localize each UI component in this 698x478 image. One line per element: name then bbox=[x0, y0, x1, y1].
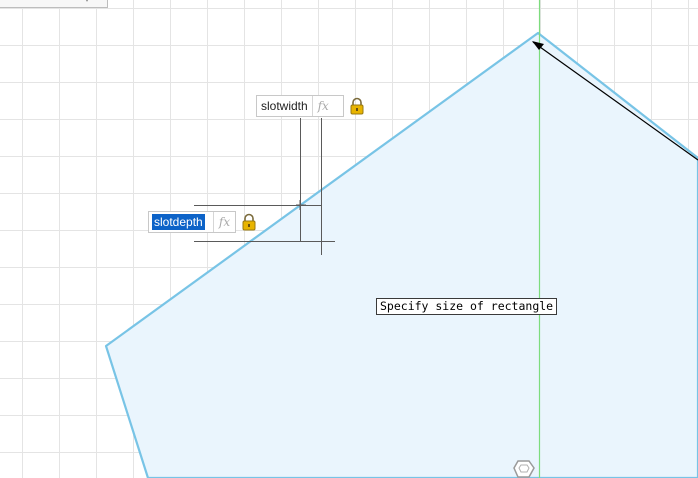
slot-depth-value[interactable]: slotdepth bbox=[152, 214, 205, 230]
command-tooltip: Specify size of rectangle bbox=[376, 298, 558, 315]
sketch-canvas[interactable] bbox=[0, 0, 698, 478]
origin-icon bbox=[513, 460, 535, 478]
pentagon-profile[interactable] bbox=[104, 31, 698, 478]
lock-icon[interactable] bbox=[240, 213, 258, 231]
chevron-down-icon[interactable]: ▾ bbox=[85, 0, 89, 5]
toolbar-panel-edge: ▾ bbox=[0, 0, 108, 8]
fx-icon[interactable]: fx bbox=[311, 96, 334, 116]
slot-depth-dimension-input[interactable]: slotdepth fx bbox=[148, 211, 236, 233]
fx-icon[interactable]: fx bbox=[213, 212, 235, 232]
lock-icon[interactable] bbox=[348, 97, 366, 115]
slot-width-value[interactable]: slotwidth bbox=[257, 98, 312, 114]
slot-width-dimension-input[interactable]: slotwidth fx bbox=[256, 95, 344, 117]
